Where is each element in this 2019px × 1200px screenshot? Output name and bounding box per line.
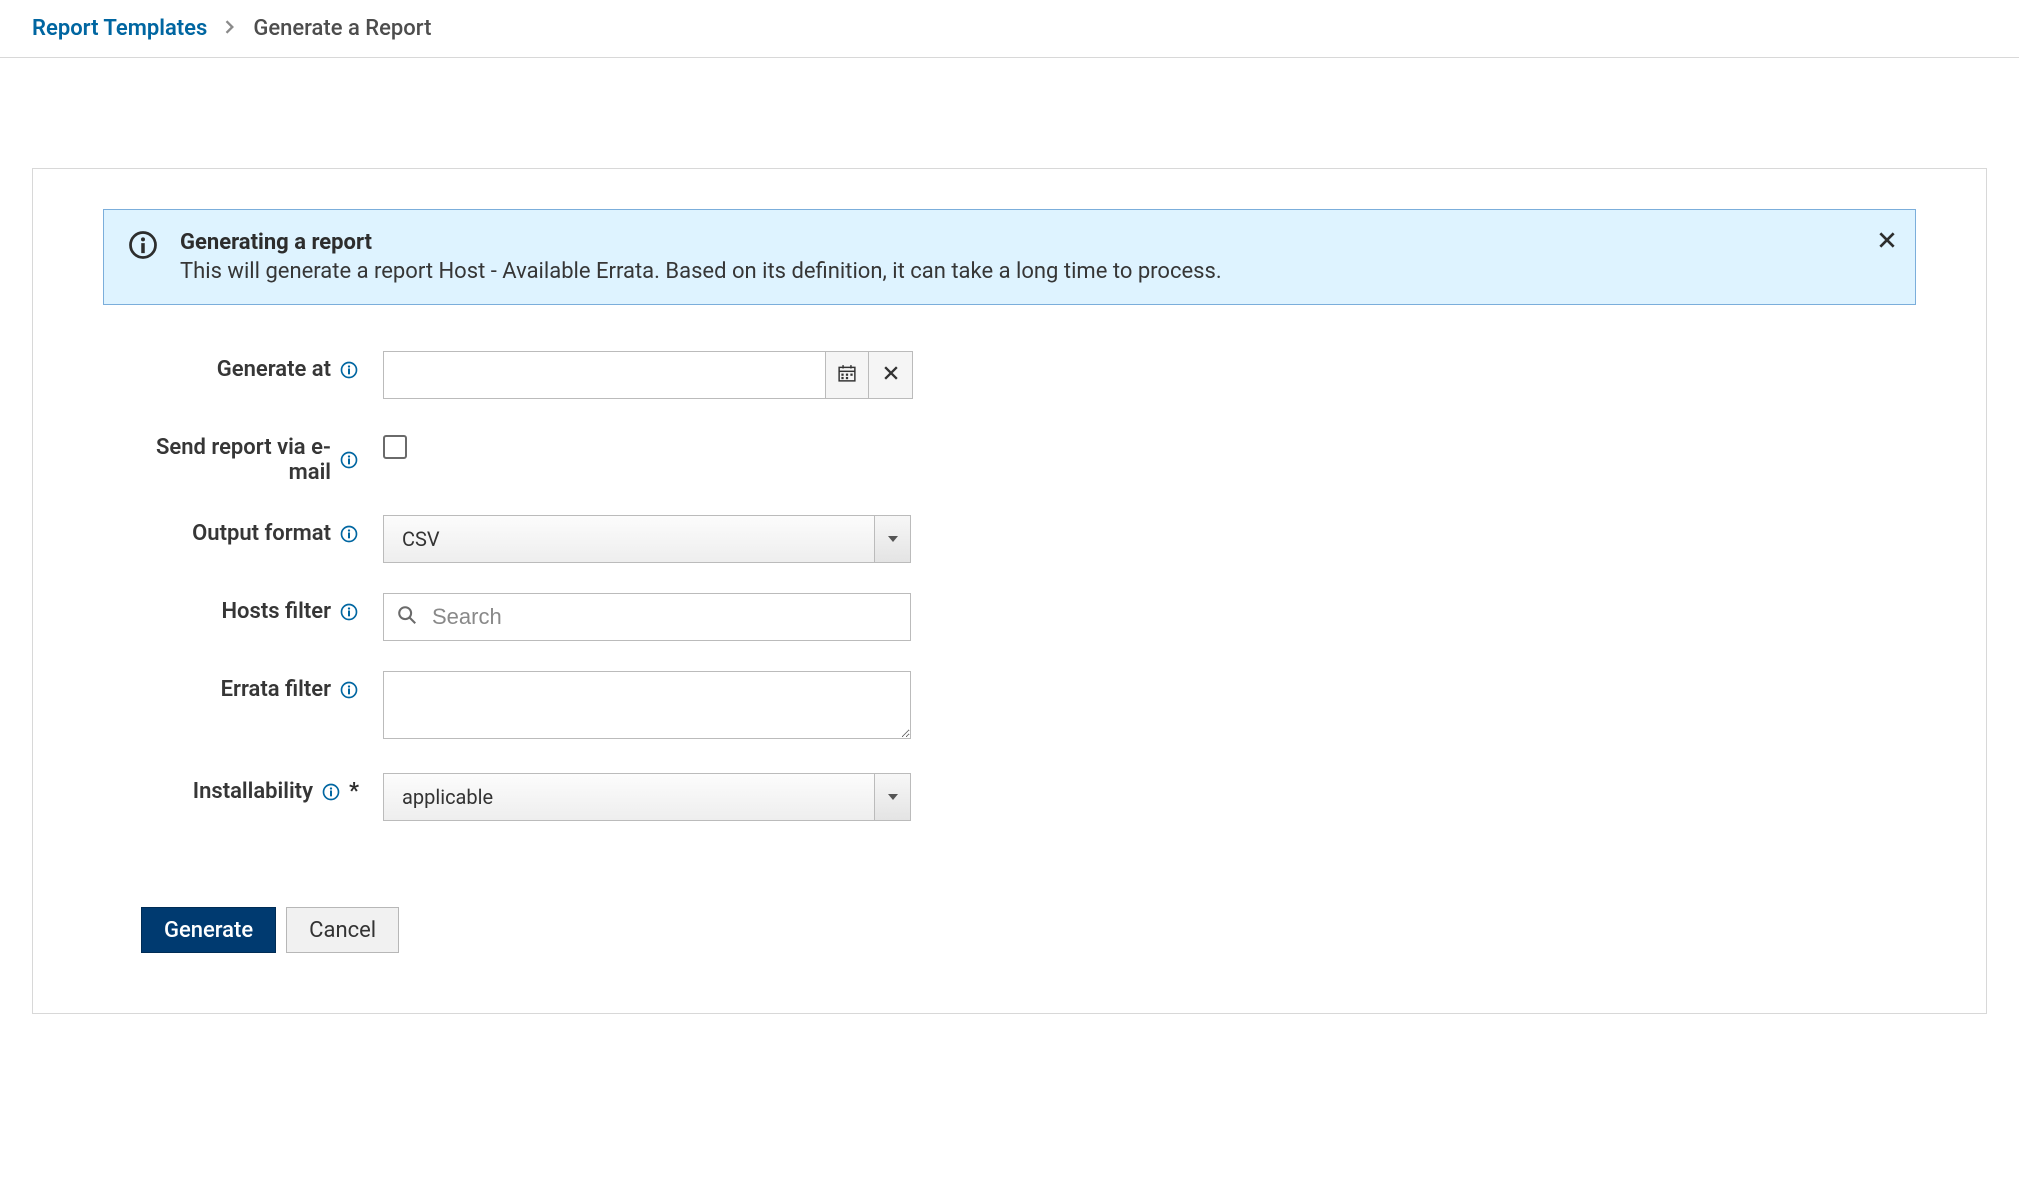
label-send-email: Send report via e-mail — [131, 435, 331, 485]
row-errata-filter: Errata filter — [103, 671, 1916, 743]
chevron-down-icon — [874, 774, 910, 820]
calendar-icon — [838, 364, 856, 386]
row-hosts-filter: Hosts filter — [103, 593, 1916, 641]
calendar-button[interactable] — [825, 351, 869, 399]
help-icon[interactable] — [321, 782, 341, 802]
help-icon[interactable] — [339, 680, 359, 700]
help-icon[interactable] — [339, 360, 359, 380]
installability-select[interactable]: applicable — [383, 773, 911, 821]
row-output-format: Output format CSV — [103, 515, 1916, 563]
close-icon — [884, 366, 898, 384]
label-generate-at: Generate at — [217, 357, 331, 382]
installability-value: applicable — [384, 774, 874, 820]
help-icon[interactable] — [339, 524, 359, 544]
clear-date-button[interactable] — [869, 351, 913, 399]
chevron-right-icon — [225, 19, 235, 38]
hosts-filter-input[interactable] — [432, 604, 898, 630]
alert-title: Generating a report — [180, 230, 1222, 255]
label-hosts-filter: Hosts filter — [221, 599, 331, 624]
info-icon — [128, 230, 158, 264]
row-generate-at: Generate at — [103, 351, 1916, 399]
label-installability: Installability — [193, 779, 313, 804]
alert-description: This will generate a report Host - Avail… — [180, 259, 1222, 284]
generate-at-input[interactable] — [383, 351, 825, 399]
required-mark: * — [349, 779, 359, 804]
output-format-select[interactable]: CSV — [383, 515, 911, 563]
form-panel: Generating a report This will generate a… — [32, 168, 1987, 1014]
info-alert: Generating a report This will generate a… — [103, 209, 1916, 305]
breadcrumb-current: Generate a Report — [253, 16, 431, 41]
send-email-checkbox[interactable] — [383, 435, 407, 459]
help-icon[interactable] — [339, 602, 359, 622]
label-errata-filter: Errata filter — [221, 677, 331, 702]
breadcrumb: Report Templates Generate a Report — [0, 0, 2019, 58]
alert-close-button[interactable] — [1879, 232, 1895, 252]
generate-button[interactable]: Generate — [141, 907, 276, 953]
hosts-filter-wrap[interactable] — [383, 593, 911, 641]
row-installability: Installability * applicable — [103, 773, 1916, 821]
chevron-down-icon — [874, 516, 910, 562]
label-output-format: Output format — [192, 521, 331, 546]
breadcrumb-parent-link[interactable]: Report Templates — [32, 16, 207, 41]
row-send-email: Send report via e-mail — [103, 429, 1916, 485]
search-icon — [396, 604, 418, 630]
help-icon[interactable] — [339, 450, 359, 470]
cancel-button[interactable]: Cancel — [286, 907, 399, 953]
errata-filter-textarea[interactable] — [383, 671, 911, 739]
form-actions: Generate Cancel — [141, 907, 1916, 953]
output-format-value: CSV — [384, 516, 874, 562]
